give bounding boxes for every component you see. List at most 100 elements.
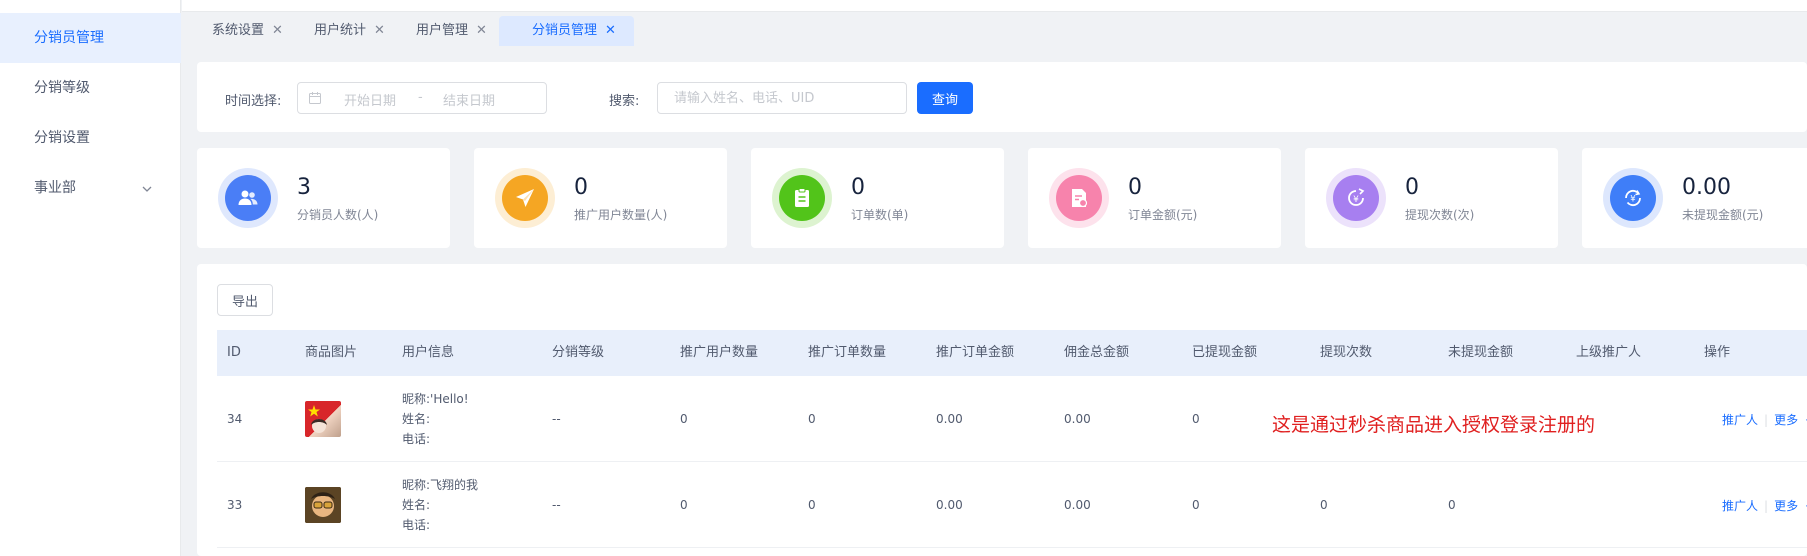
stat-value: 3 — [297, 175, 311, 200]
more-dropdown[interactable]: 更多 — [1774, 413, 1798, 427]
export-button[interactable]: 导出 — [217, 284, 273, 316]
table-row: 33 昵称:飞翔的我 姓名: 电话: -- 0 0 0.00 0.00 0 0 … — [217, 462, 1807, 548]
tab-user-statistics[interactable]: 用户统计 ✕ — [284, 16, 385, 46]
cell-unwithdrawn: 0 — [1448, 498, 1456, 512]
close-icon[interactable]: ✕ — [605, 23, 616, 38]
sidebar-item-distribution-level[interactable]: 分销等级 — [0, 63, 181, 113]
column-header: 已提现金额 — [1192, 345, 1258, 360]
divider: | — [1764, 499, 1769, 513]
column-header: 分销等级 — [552, 345, 605, 360]
range-separator: - — [418, 90, 423, 105]
chevron-down-icon[interactable] — [1802, 499, 1807, 513]
clipboard-icon — [779, 175, 825, 221]
withdraw-yen-icon: ¥ — [1333, 175, 1379, 221]
search-input[interactable] — [657, 82, 907, 114]
stat-value: 0 — [851, 175, 865, 200]
sidebar-item-label: 事业部 — [34, 180, 76, 196]
stat-value: 0 — [574, 175, 588, 200]
column-header: 提现次数 — [1320, 345, 1373, 360]
users-icon — [225, 175, 271, 221]
sidebar-item-distribution-settings[interactable]: 分销设置 — [0, 113, 181, 163]
stat-caption: 推广用户数量(人) — [574, 208, 668, 222]
svg-text:¥: ¥ — [1630, 195, 1636, 205]
invoice-icon — [1056, 175, 1102, 221]
sidebar-item-distributor-management[interactable]: 分销员管理 — [0, 13, 181, 63]
paper-plane-icon — [502, 175, 548, 221]
column-header: ID — [227, 345, 241, 360]
stat-card-distributors: 3 分销员人数(人) — [197, 148, 450, 248]
user-phone: 电话: — [402, 518, 431, 532]
cell-promo-orders: 0 — [808, 412, 816, 426]
stat-caption: 订单金额(元) — [1128, 208, 1198, 222]
chevron-down-icon — [141, 163, 153, 213]
chevron-down-icon[interactable] — [1802, 413, 1807, 427]
sidebar-item-label: 分销等级 — [34, 80, 90, 96]
column-header: 未提现金额 — [1448, 345, 1514, 360]
column-header: 商品图片 — [305, 345, 358, 360]
row-actions: 推广人 | 更多 — [1722, 411, 1807, 428]
table-header: ID 商品图片 用户信息 分销等级 推广用户数量 推广订单数量 推广订单金额 佣… — [217, 330, 1807, 376]
cell-withdraw-count: 0 — [1320, 498, 1328, 512]
cell-id: 34 — [227, 412, 243, 426]
user-nickname: 昵称:'Hello! — [402, 392, 469, 406]
sidebar-item-label: 分销员管理 — [34, 30, 104, 46]
tab-label: 用户管理 — [416, 23, 469, 38]
cell-promo-users: 0 — [680, 412, 688, 426]
user-name: 姓名: — [402, 498, 431, 512]
stat-card-orders: 0 订单数(单) — [751, 148, 1004, 248]
top-header — [182, 0, 1807, 12]
stat-card-order-amount: 0 订单金额(元) — [1028, 148, 1281, 248]
stat-card-promoted-users: 0 推广用户数量(人) — [474, 148, 727, 248]
product-image — [305, 401, 341, 437]
column-header: 推广订单金额 — [936, 345, 1015, 360]
tab-label: 用户统计 — [314, 23, 367, 38]
column-header: 推广订单数量 — [808, 345, 887, 360]
stat-caption: 未提现金额(元) — [1682, 208, 1764, 222]
search-label: 搜索: — [609, 94, 640, 109]
cell-promo-amount: 0.00 — [936, 412, 963, 426]
stat-caption: 分销员人数(人) — [297, 208, 379, 222]
cell-withdrawn: 0 — [1192, 498, 1200, 512]
tab-user-management[interactable]: 用户管理 ✕ — [386, 16, 487, 46]
sidebar: 分销员管理 分销等级 分销设置 事业部 — [0, 0, 181, 556]
start-date-placeholder[interactable]: 开始日期 — [344, 90, 396, 109]
svg-text:¥: ¥ — [1353, 195, 1359, 205]
cell-promo-orders: 0 — [808, 498, 816, 512]
annotation-text: 这是通过秒杀商品进入授权登录注册的 — [1272, 414, 1596, 436]
cell-id: 33 — [227, 498, 243, 512]
more-dropdown[interactable]: 更多 — [1774, 499, 1798, 513]
date-range-picker[interactable]: 开始日期 - 结束日期 — [297, 82, 547, 114]
promoter-link[interactable]: 推广人 — [1722, 499, 1758, 513]
sidebar-item-label: 分销设置 — [34, 130, 90, 146]
user-nickname: 昵称:飞翔的我 — [402, 478, 479, 492]
column-header: 用户信息 — [402, 345, 455, 360]
sidebar-item-business-unit[interactable]: 事业部 — [0, 163, 181, 213]
stat-card-unwithdrawn-amount: ¥ 0.00 未提现金额(元) — [1582, 148, 1807, 248]
cell-withdrawn: 0 — [1192, 412, 1200, 426]
cell-promo-users: 0 — [680, 498, 688, 512]
refresh-yen-icon: ¥ — [1610, 175, 1656, 221]
close-icon[interactable]: ✕ — [374, 23, 385, 38]
promoter-link[interactable]: 推广人 — [1722, 413, 1758, 427]
cell-promo-amount: 0.00 — [936, 498, 963, 512]
row-actions: 推广人 | 更多 — [1722, 497, 1807, 514]
close-icon[interactable]: ✕ — [476, 23, 487, 38]
filter-panel: 时间选择: 开始日期 - 结束日期 搜索: 查询 — [197, 62, 1807, 132]
close-icon[interactable]: ✕ — [272, 23, 283, 38]
query-button[interactable]: 查询 — [917, 82, 973, 114]
divider: | — [1764, 413, 1769, 427]
stat-card-withdraw-count: ¥ 0 提现次数(次) — [1305, 148, 1558, 248]
cell-commission-total: 0.00 — [1064, 498, 1091, 512]
tab-system-settings[interactable]: 系统设置 ✕ — [182, 16, 283, 46]
stat-caption: 订单数(单) — [851, 208, 909, 222]
stat-value: 0.00 — [1682, 175, 1731, 200]
user-phone: 电话: — [402, 432, 431, 446]
column-header: 操作 — [1704, 345, 1731, 360]
end-date-placeholder[interactable]: 结束日期 — [443, 90, 495, 109]
product-image — [305, 487, 341, 523]
calendar-icon — [308, 91, 322, 109]
tab-label: 系统设置 — [212, 23, 265, 38]
stat-caption: 提现次数(次) — [1405, 208, 1475, 222]
tab-distributor-management[interactable]: 分销员管理 ✕ — [499, 16, 634, 46]
column-header: 佣金总金额 — [1064, 345, 1130, 360]
